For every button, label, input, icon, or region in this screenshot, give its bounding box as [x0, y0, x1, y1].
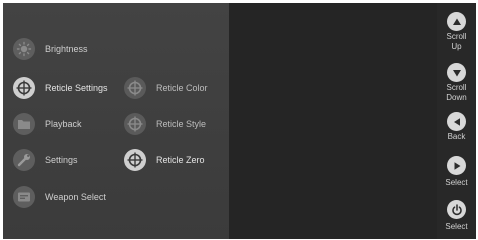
triangle-left-icon [447, 112, 466, 131]
viewfinder-area [229, 3, 437, 239]
menu-item-label: Settings [45, 155, 78, 165]
menu-item-settings[interactable]: Settings [13, 148, 78, 172]
brightness-icon [13, 38, 35, 60]
menu-item-reticle-zero[interactable]: Reticle Zero [124, 148, 205, 172]
device-screen: Brightness Reticle Settings Reticle Colo… [3, 3, 476, 239]
menu-item-reticle-settings[interactable]: Reticle Settings [13, 76, 108, 100]
menu-panel: Brightness Reticle Settings Reticle Colo… [3, 3, 229, 239]
scroll-down-label: Scroll Down [446, 83, 467, 102]
menu-item-label: Reticle Color [156, 83, 208, 93]
menu-item-weapon-select[interactable]: Weapon Select [13, 185, 106, 209]
folder-icon [13, 113, 35, 135]
menu-item-reticle-color[interactable]: Reticle Color [124, 76, 208, 100]
menu-item-playback[interactable]: Playback [13, 112, 82, 136]
power-select-button[interactable]: Select [437, 200, 476, 232]
weapon-icon [13, 186, 35, 208]
reticle-icon [124, 113, 146, 135]
menu-item-label: Reticle Style [156, 119, 207, 129]
back-label: Back [447, 132, 466, 141]
scroll-up-label: Scroll Up [446, 32, 467, 51]
triangle-down-icon [447, 63, 466, 82]
menu-item-label: Brightness [45, 44, 88, 54]
reticle-icon [124, 149, 146, 171]
triangle-right-icon [447, 156, 466, 175]
select-button[interactable]: Select [437, 156, 476, 188]
menu-item-label: Weapon Select [45, 192, 106, 202]
reticle-icon [124, 77, 146, 99]
control-sidebar: Scroll Up Scroll Down Back Select Select [437, 3, 476, 239]
select-label: Select [445, 178, 468, 187]
triangle-up-icon [447, 12, 466, 31]
menu-item-label: Playback [45, 119, 82, 129]
menu-item-brightness[interactable]: Brightness [13, 37, 88, 61]
power-icon [447, 200, 466, 219]
menu-item-label: Reticle Zero [156, 155, 205, 165]
wrench-icon [13, 149, 35, 171]
reticle-icon [13, 77, 35, 99]
scroll-up-button[interactable]: Scroll Up [437, 12, 476, 52]
scroll-down-button[interactable]: Scroll Down [437, 63, 476, 103]
menu-item-reticle-style[interactable]: Reticle Style [124, 112, 206, 136]
menu-item-label: Reticle Settings [45, 83, 108, 93]
back-button[interactable]: Back [437, 112, 476, 142]
power-select-label: Select [445, 222, 468, 231]
